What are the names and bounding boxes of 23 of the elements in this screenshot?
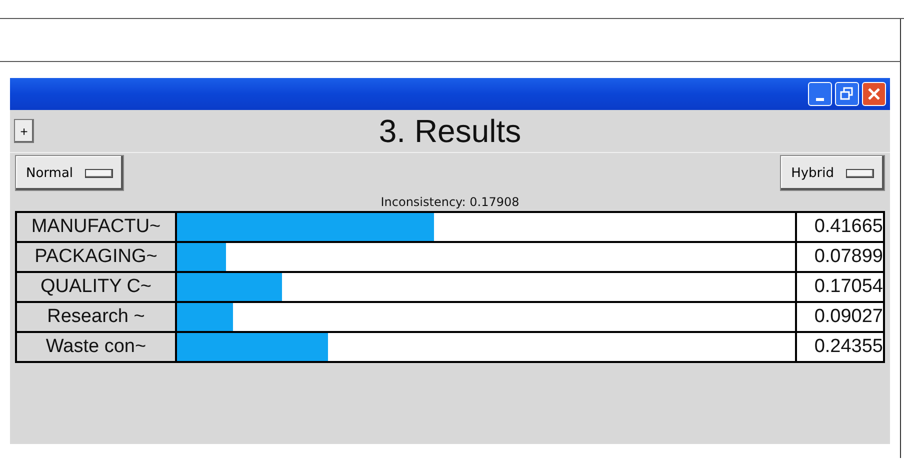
restore-icon [840, 87, 854, 101]
minimize-button[interactable] [808, 82, 832, 106]
indicator-icon [85, 168, 114, 178]
weight-value: 0.07899 [797, 243, 883, 271]
restore-button[interactable] [835, 82, 859, 106]
window-title: 3. Results [378, 112, 522, 148]
criterion-label: Research ~ [17, 303, 175, 331]
weight-value: 0.09027 [797, 303, 883, 331]
weight-value: 0.41665 [797, 213, 883, 241]
inconsistency-label: Inconsistency: 0.17908 [380, 194, 520, 211]
weight-value: 0.17054 [797, 273, 883, 301]
indicator-icon [846, 168, 874, 178]
expand-button[interactable]: + [14, 119, 34, 143]
criterion-label: PACKAGING~ [17, 243, 175, 271]
close-button[interactable] [862, 82, 886, 106]
minimize-icon [816, 98, 824, 100]
mode-dropdown[interactable]: Hybrid [780, 155, 885, 191]
mode-dropdown[interactable]: Normal [15, 155, 124, 191]
criterion-label: Waste con~ [17, 333, 175, 361]
weight-value: 0.24355 [797, 333, 883, 361]
criterion-label: QUALITY C~ [17, 273, 175, 301]
criterion-label: MANUFACTU~ [17, 213, 175, 241]
close-icon [867, 87, 881, 101]
